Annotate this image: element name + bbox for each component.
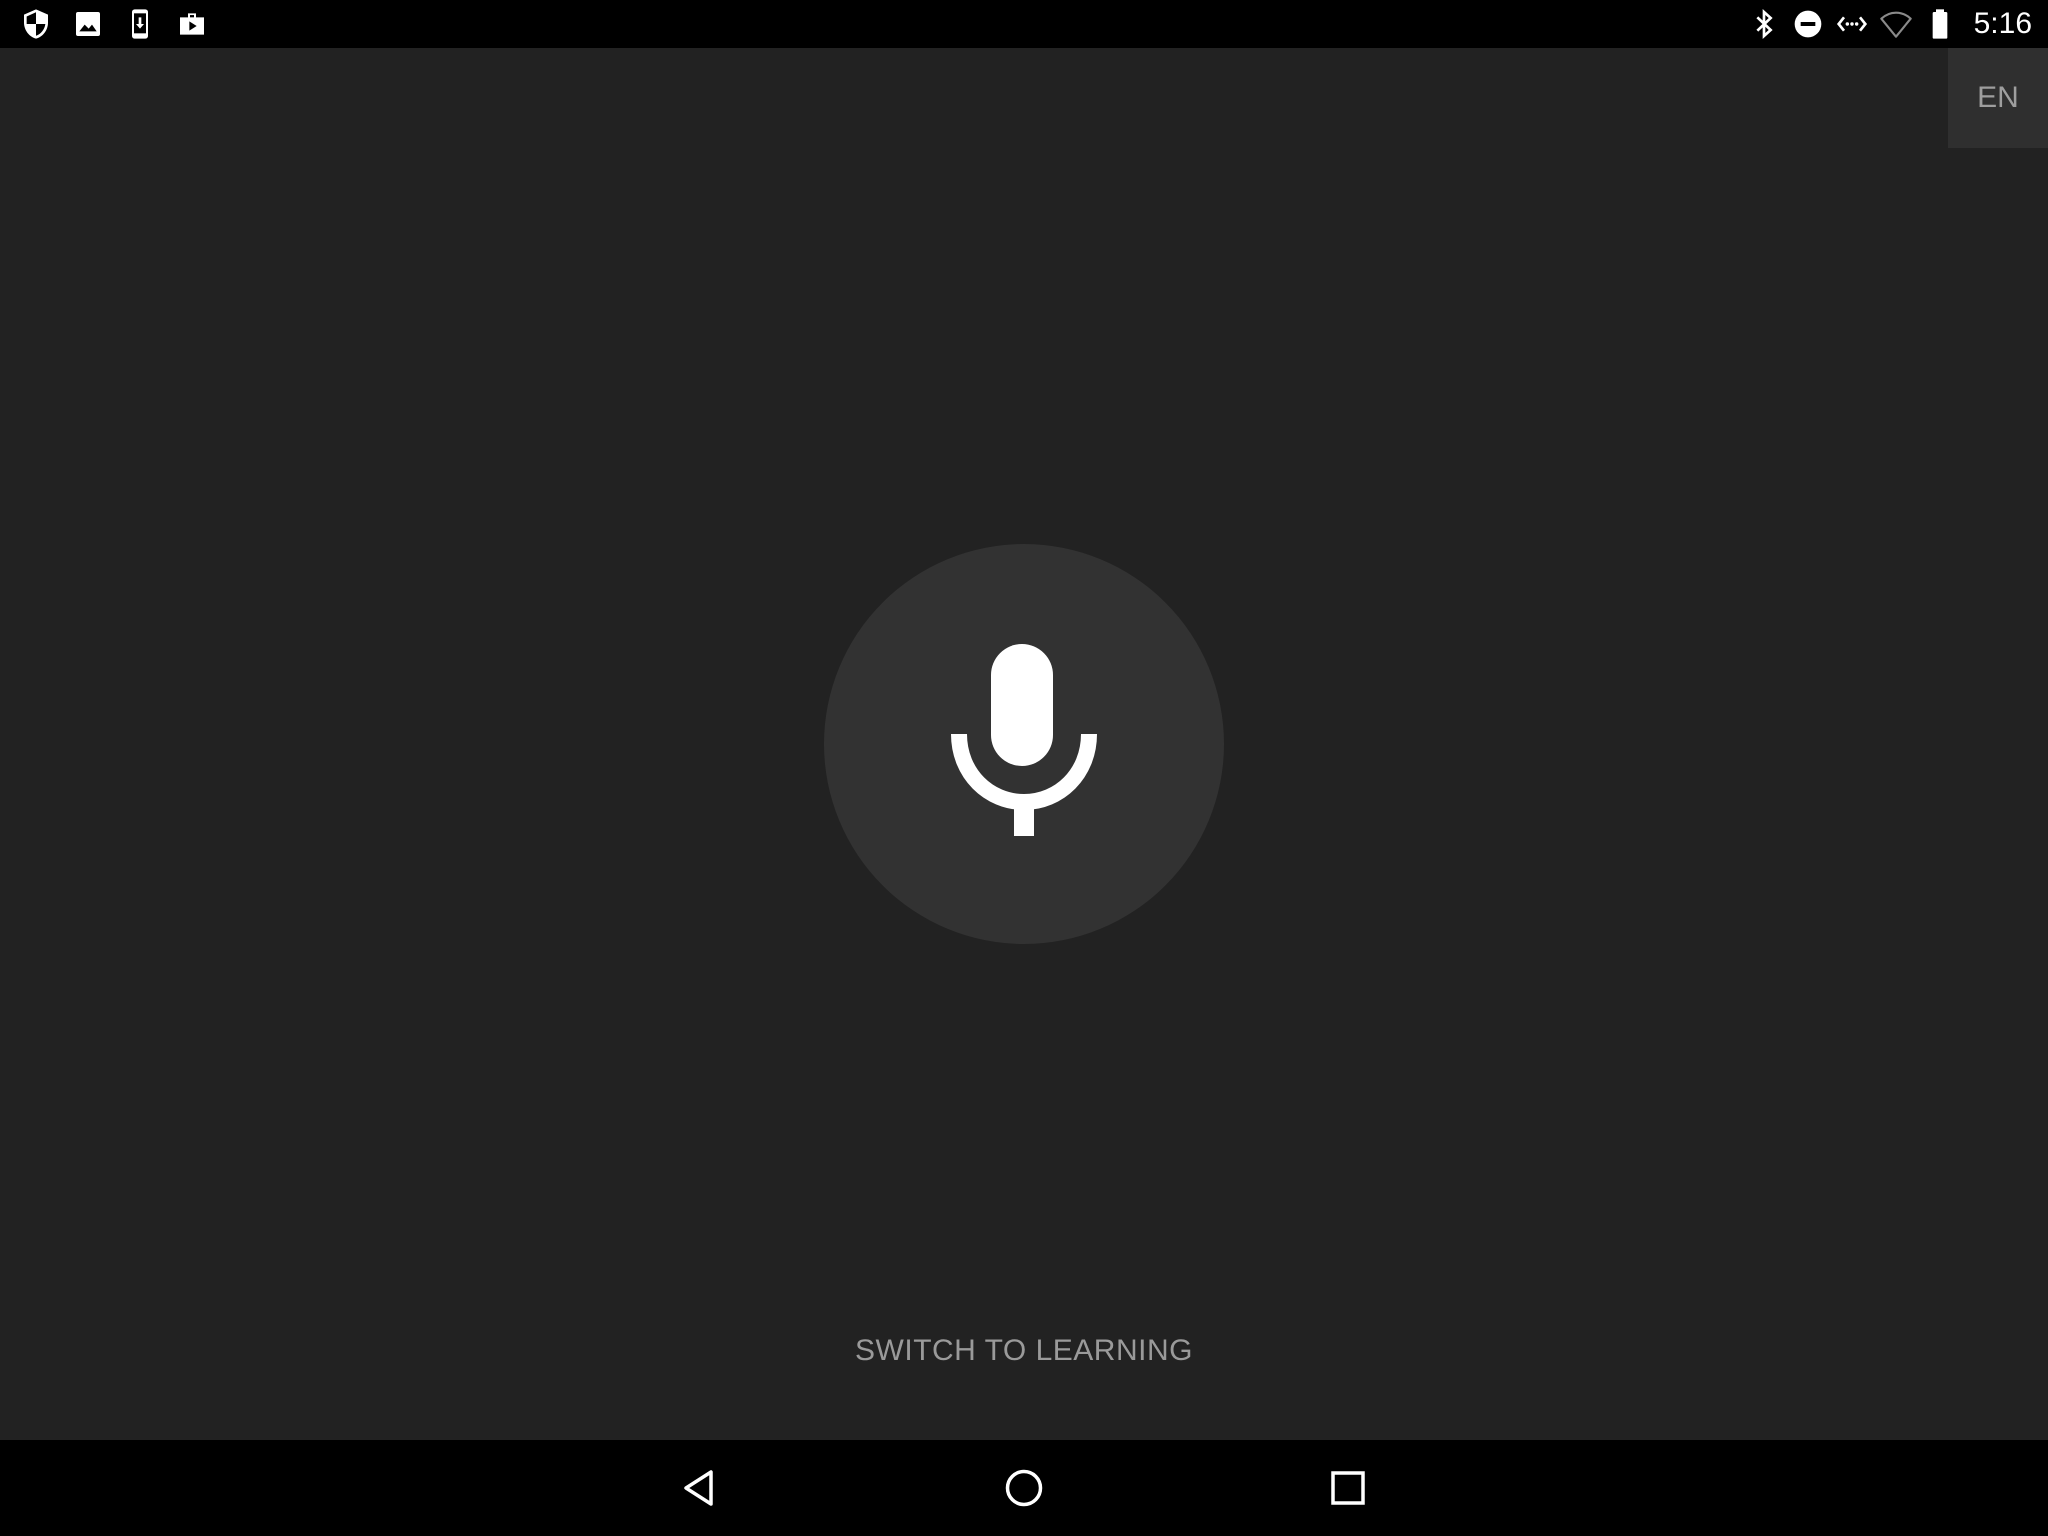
home-button[interactable]	[994, 1458, 1054, 1518]
do-not-disturb-icon	[1792, 8, 1824, 40]
data-sync-icon	[1836, 8, 1868, 40]
system-status-icons: 5:16	[1748, 0, 2032, 48]
switch-to-learning-button[interactable]: SWITCH TO LEARNING	[0, 1334, 2048, 1368]
bluetooth-icon	[1748, 8, 1780, 40]
back-icon	[678, 1466, 722, 1510]
shopping-bag-icon	[176, 8, 208, 40]
status-bar: 5:16	[0, 0, 2048, 48]
navigation-bar	[0, 1440, 2048, 1536]
shield-icon	[20, 8, 52, 40]
voice-input-screen: 5:16 EN SWITCH TO LEARNING	[0, 0, 2048, 1536]
status-time: 5:16	[1973, 7, 2032, 40]
notification-icons	[20, 8, 208, 40]
back-button[interactable]	[670, 1458, 730, 1518]
wifi-icon	[1879, 8, 1912, 40]
recents-button[interactable]	[1318, 1458, 1378, 1518]
language-selector-button[interactable]: EN	[1948, 48, 2048, 148]
language-code: EN	[1977, 81, 2019, 114]
microphone-button[interactable]	[824, 544, 1224, 944]
home-icon	[1002, 1466, 1046, 1510]
recents-icon	[1326, 1466, 1370, 1510]
microphone-icon	[949, 644, 1099, 844]
download-icon	[124, 8, 156, 40]
image-icon	[72, 8, 104, 40]
battery-icon	[1924, 8, 1956, 40]
